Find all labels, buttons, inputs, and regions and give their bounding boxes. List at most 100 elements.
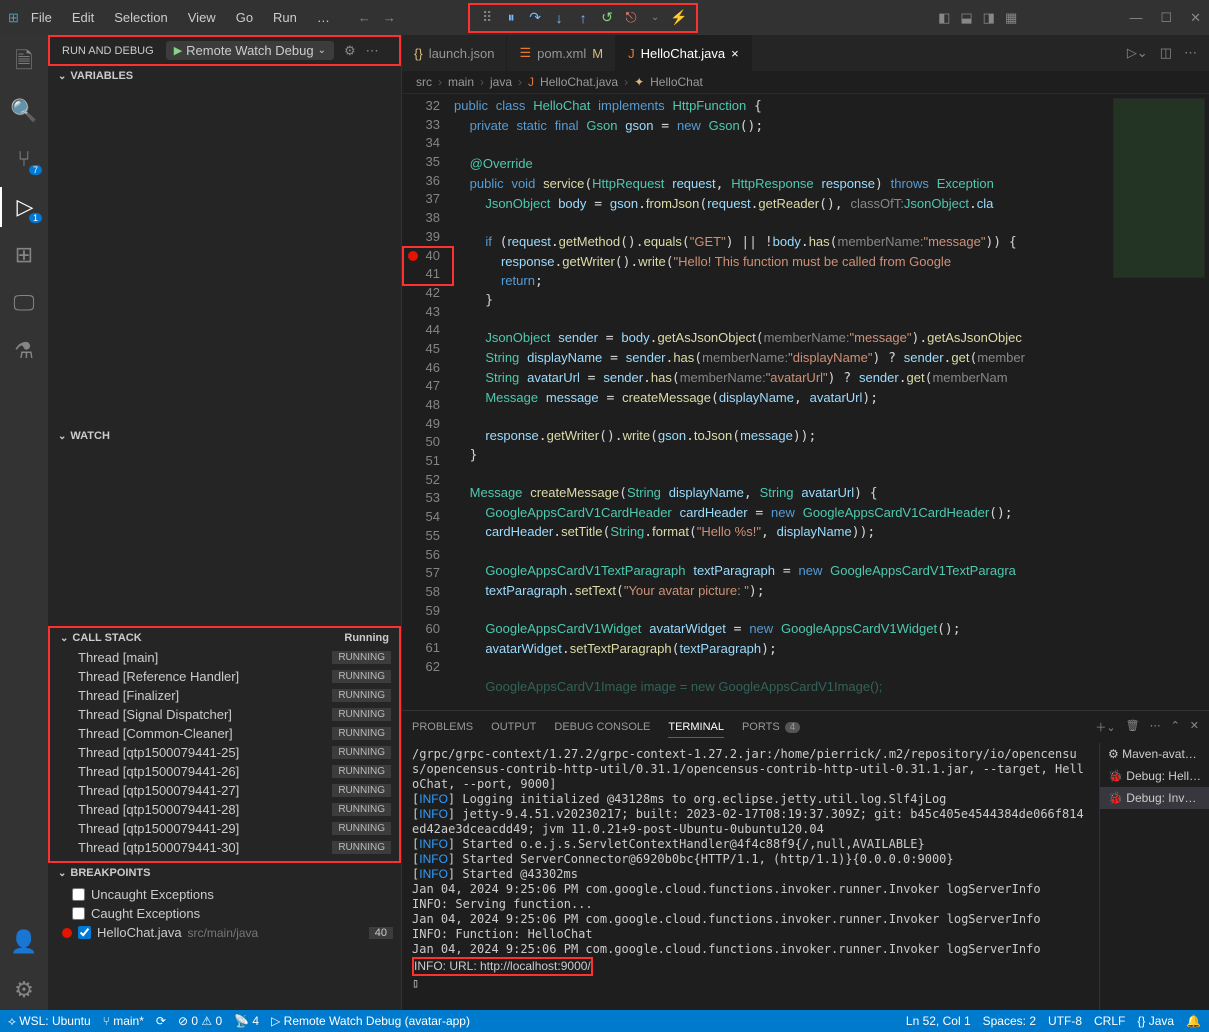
thread-row[interactable]: Thread [qtp1500079441-25]RUNNING [50, 743, 399, 762]
cursor-position[interactable]: Ln 52, Col 1 [906, 1014, 971, 1028]
terminal-maven[interactable]: ⚙ Maven-avat… [1100, 743, 1209, 765]
settings-icon[interactable]: ⚙ [0, 970, 48, 1010]
more-icon[interactable]: ⌄ [644, 7, 666, 29]
explorer-icon[interactable]: 🗎 [0, 43, 48, 83]
bp-file-path: src/main/java [188, 926, 259, 940]
menu-edit[interactable]: Edit [64, 6, 102, 29]
thread-row[interactable]: Thread [qtp1500079441-30]RUNNING [50, 838, 399, 857]
breadcrumbs[interactable]: src› main› java› JHelloChat.java› ✦Hello… [402, 71, 1209, 94]
pause-icon[interactable]: ⏸ [500, 7, 522, 29]
sync-icon[interactable]: ⟳ [156, 1014, 166, 1028]
thread-row[interactable]: Thread [qtp1500079441-28]RUNNING [50, 800, 399, 819]
eol[interactable]: CRLF [1094, 1014, 1125, 1028]
bp-file-checkbox[interactable] [78, 926, 91, 939]
search-icon[interactable]: 🔍 [0, 91, 48, 131]
language-mode[interactable]: {} Java [1137, 1014, 1174, 1028]
thread-row[interactable]: Thread [Reference Handler]RUNNING [50, 667, 399, 686]
hot-reload-icon[interactable]: ⚡ [668, 7, 690, 29]
restart-icon[interactable]: ↺ [596, 7, 618, 29]
menu-view[interactable]: View [180, 6, 224, 29]
debug-session[interactable]: ▷ Remote Watch Debug (avatar-app) [271, 1014, 470, 1028]
minimap[interactable] [1109, 94, 1209, 710]
remote-icon[interactable]: 🖵 [0, 283, 48, 323]
ports-count[interactable]: 📡 4 [234, 1014, 259, 1028]
debug-console-tab[interactable]: DEBUG CONSOLE [554, 717, 650, 737]
more-panel-icon[interactable]: ⋯ [1150, 719, 1161, 735]
variables-body [48, 86, 401, 426]
terminal-debug-invoker[interactable]: 🐞 Debug: Invo… [1100, 787, 1209, 809]
nav-forward-icon[interactable]: → [383, 10, 396, 25]
split-editor-icon[interactable]: ◫ [1160, 45, 1172, 61]
output-tab[interactable]: OUTPUT [491, 717, 536, 737]
launch-config-select[interactable]: ▶ Remote Watch Debug ⌄ [166, 41, 334, 60]
breakpoints-header[interactable]: ⌄BREAKPOINTS [48, 863, 401, 883]
thread-row[interactable]: Thread [main]RUNNING [50, 648, 399, 667]
remote-indicator[interactable]: ⟡ WSL: Ubuntu [8, 1014, 91, 1029]
panel-right-icon[interactable]: ◨ [983, 10, 995, 26]
layout-grid-icon[interactable]: ▦ [1005, 10, 1017, 26]
encoding[interactable]: UTF-8 [1048, 1014, 1082, 1028]
kill-terminal-icon[interactable]: 🗑 [1126, 719, 1140, 735]
thread-row[interactable]: Thread [Signal Dispatcher]RUNNING [50, 705, 399, 724]
terminal-output[interactable]: /grpc/grpc-context/1.27.2/grpc-context-1… [402, 743, 1099, 1010]
nav-back-icon[interactable]: ← [358, 10, 371, 25]
ports-tab[interactable]: PORTS 4 [742, 717, 800, 737]
bp-file-name[interactable]: HelloChat.java [97, 925, 182, 940]
tab-launch-json[interactable]: {}launch.json [402, 35, 507, 71]
menu-selection[interactable]: Selection [106, 6, 175, 29]
tab-hellochat-java[interactable]: JHelloChat.java× [616, 35, 752, 71]
bp-dot-icon [62, 928, 72, 938]
problems-tab[interactable]: PROBLEMS [412, 717, 473, 737]
uncaught-label: Uncaught Exceptions [91, 887, 214, 902]
thread-row[interactable]: Thread [qtp1500079441-29]RUNNING [50, 819, 399, 838]
thread-row[interactable]: Thread [Common-Cleaner]RUNNING [50, 724, 399, 743]
indentation[interactable]: Spaces: 2 [983, 1014, 1036, 1028]
new-terminal-icon[interactable]: ＋⌄ [1095, 719, 1115, 735]
gutter[interactable]: 3233343536373839404142434445464748495051… [402, 94, 454, 710]
terminal-debug-hello[interactable]: 🐞 Debug: Hell… [1100, 765, 1209, 787]
minimize-icon[interactable]: — [1129, 10, 1142, 26]
step-over-icon[interactable]: ↷ [524, 7, 546, 29]
activity-bar: 🗎 🔍 ⑂7 ▷1 ⊞ 🖵 ⚗ 👤 ⚙ [0, 35, 48, 1010]
run-file-icon[interactable]: ▷⌄ [1127, 45, 1148, 61]
maximize-panel-icon[interactable]: ⌃ [1171, 719, 1180, 735]
notifications-icon[interactable]: 🔔 [1186, 1014, 1201, 1028]
step-into-icon[interactable]: ↓ [548, 7, 570, 29]
uncaught-checkbox[interactable] [72, 888, 85, 901]
panel-bottom-icon[interactable]: ⬓ [960, 10, 972, 26]
source-control-icon[interactable]: ⑂7 [0, 139, 48, 179]
watch-header[interactable]: ⌄WATCH [48, 426, 401, 446]
caught-checkbox[interactable] [72, 907, 85, 920]
close-tab-icon[interactable]: × [731, 46, 739, 61]
editor-tabs: {}launch.json ☰pom.xmlM JHelloChat.java×… [402, 35, 1209, 71]
git-branch[interactable]: ⑂ main* [103, 1014, 144, 1028]
close-icon[interactable]: ✕ [1190, 10, 1201, 26]
thread-row[interactable]: Thread [qtp1500079441-27]RUNNING [50, 781, 399, 800]
terminal-tab[interactable]: TERMINAL [668, 717, 724, 738]
account-icon[interactable]: 👤 [0, 922, 48, 962]
drag-handle-icon[interactable]: ⠿ [476, 7, 498, 29]
menu-more[interactable]: … [309, 6, 338, 29]
variables-header[interactable]: ⌄VARIABLES [48, 66, 401, 86]
disconnect-icon[interactable]: ⎋ [620, 7, 642, 29]
code-editor[interactable]: public class HelloChat implements HttpFu… [454, 94, 1109, 710]
problems-count[interactable]: ⊘ 0 ⚠ 0 [178, 1014, 222, 1028]
panel-left-icon[interactable]: ◧ [938, 10, 950, 26]
more-editor-icon[interactable]: ⋯ [1184, 45, 1197, 61]
gear-icon[interactable]: ⚙ [344, 43, 356, 59]
menu-file[interactable]: File [23, 6, 60, 29]
tab-pom-xml[interactable]: ☰pom.xmlM [507, 35, 616, 71]
thread-row[interactable]: Thread [qtp1500079441-26]RUNNING [50, 762, 399, 781]
code-area: 3233343536373839404142434445464748495051… [402, 94, 1209, 710]
extensions-icon[interactable]: ⊞ [0, 235, 48, 275]
close-panel-icon[interactable]: ✕ [1190, 719, 1199, 735]
menu-go[interactable]: Go [228, 6, 261, 29]
callstack-header[interactable]: ⌄CALL STACK Running [50, 628, 399, 648]
step-out-icon[interactable]: ↑ [572, 7, 594, 29]
menu-run[interactable]: Run [265, 6, 305, 29]
debug-icon[interactable]: ▷1 [0, 187, 48, 227]
maximize-icon[interactable]: ☐ [1160, 10, 1172, 26]
testing-icon[interactable]: ⚗ [0, 331, 48, 371]
more-icon[interactable]: ⋯ [366, 43, 379, 59]
thread-row[interactable]: Thread [Finalizer]RUNNING [50, 686, 399, 705]
